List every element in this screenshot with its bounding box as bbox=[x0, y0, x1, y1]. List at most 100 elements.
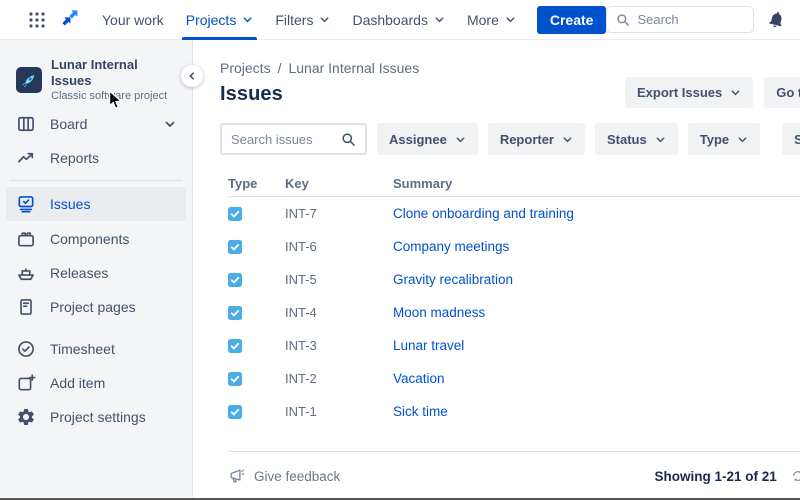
nav-label: More bbox=[467, 12, 499, 28]
pages-icon bbox=[16, 297, 36, 317]
global-search-input[interactable] bbox=[637, 12, 744, 27]
board-icon bbox=[16, 114, 36, 134]
sidebar-item-project-settings[interactable]: Project settings bbox=[6, 401, 186, 433]
nav-dashboards[interactable]: Dashboards bbox=[341, 0, 456, 40]
filter-label: Assignee bbox=[389, 132, 447, 147]
search-icon bbox=[341, 132, 356, 147]
project-sidebar: Lunar Internal Issues Classic software p… bbox=[0, 40, 193, 497]
chevron-down-icon bbox=[737, 134, 748, 145]
filter-status[interactable]: Status bbox=[595, 123, 678, 155]
filter-label: Status bbox=[607, 132, 647, 147]
switch-view-label: Switch to detail view bbox=[794, 132, 800, 147]
app-switcher-icon[interactable] bbox=[28, 11, 46, 29]
sidebar-item-label: Issues bbox=[50, 196, 90, 212]
advanced-search-label: Go to advanced search bbox=[776, 85, 800, 100]
issue-summary-link[interactable]: Clone onboarding and training bbox=[393, 206, 574, 221]
filter-bar: Assignee Reporter Status Type Switch to … bbox=[220, 123, 800, 155]
chevron-down-icon bbox=[164, 118, 176, 130]
issue-key: INT-5 bbox=[285, 272, 393, 287]
switch-to-detail-view-button[interactable]: Switch to detail view bbox=[782, 123, 800, 155]
global-search[interactable] bbox=[606, 6, 754, 33]
rocket-icon bbox=[20, 71, 38, 89]
issue-summary-link[interactable]: Lunar travel bbox=[393, 338, 464, 353]
timesheet-icon bbox=[16, 339, 36, 359]
sidebar-item-label: Timesheet bbox=[50, 341, 115, 357]
refresh-icon[interactable] bbox=[791, 469, 800, 483]
issue-summary-link[interactable]: Gravity recalibration bbox=[393, 272, 513, 287]
project-type: Classic software project bbox=[51, 89, 176, 103]
sidebar-item-label: Board bbox=[50, 116, 87, 132]
chevron-down-icon bbox=[242, 14, 253, 25]
column-header-summary: Summary bbox=[393, 176, 800, 191]
issue-key: INT-1 bbox=[285, 404, 393, 419]
task-type-icon bbox=[228, 405, 242, 419]
filter-label: Type bbox=[700, 132, 729, 147]
sidebar-item-label: Releases bbox=[50, 265, 108, 281]
top-navigation-bar: Your work Projects Filters Dashboards Mo… bbox=[0, 0, 800, 40]
issue-key: INT-4 bbox=[285, 305, 393, 320]
filter-label: Reporter bbox=[500, 132, 554, 147]
issue-summary-link[interactable]: Vacation bbox=[393, 371, 445, 386]
components-icon bbox=[16, 229, 36, 249]
chevron-down-icon bbox=[562, 134, 573, 145]
filter-assignee[interactable]: Assignee bbox=[377, 123, 478, 155]
chevron-down-icon bbox=[434, 14, 445, 25]
table-row: INT-5 Gravity recalibration bbox=[228, 263, 800, 296]
sidebar-item-add-item[interactable]: Add item bbox=[6, 367, 186, 399]
issue-summary-link[interactable]: Moon madness bbox=[393, 305, 485, 320]
nav-filters[interactable]: Filters bbox=[264, 0, 341, 40]
sidebar-item-label: Add item bbox=[50, 375, 105, 391]
issue-summary-link[interactable]: Sick time bbox=[393, 404, 448, 419]
filter-type[interactable]: Type bbox=[688, 123, 760, 155]
task-type-icon bbox=[228, 240, 242, 254]
issue-search-input[interactable] bbox=[231, 132, 335, 147]
sidebar-item-label: Reports bbox=[50, 150, 99, 166]
export-issues-label: Export Issues bbox=[637, 85, 722, 100]
sidebar-item-releases[interactable]: Releases bbox=[6, 257, 186, 289]
chevron-down-icon bbox=[319, 14, 330, 25]
issue-summary-link[interactable]: Company meetings bbox=[393, 239, 509, 254]
table-header: Type Key Summary bbox=[228, 171, 800, 197]
main-content: Projects / Lunar Internal Issues Issues … bbox=[193, 40, 800, 497]
issue-search[interactable] bbox=[220, 123, 367, 155]
table-footer: Give feedback Showing 1-21 of 21 bbox=[228, 452, 800, 500]
project-avatar bbox=[16, 67, 42, 93]
jira-logo[interactable] bbox=[60, 9, 81, 30]
sidebar-item-label: Components bbox=[50, 231, 129, 247]
sidebar-item-issues[interactable]: Issues bbox=[6, 187, 186, 221]
sidebar-item-board[interactable]: Board bbox=[6, 108, 186, 140]
sidebar-item-label: Project settings bbox=[50, 409, 146, 425]
breadcrumb-projects[interactable]: Projects bbox=[220, 60, 271, 76]
go-to-advanced-search-button[interactable]: Go to advanced search bbox=[764, 77, 800, 108]
sidebar-collapse-button[interactable] bbox=[181, 65, 203, 87]
nav-label: Your work bbox=[102, 12, 164, 28]
sidebar-item-reports[interactable]: Reports bbox=[6, 142, 186, 174]
table-row: INT-1 Sick time bbox=[228, 395, 800, 428]
notifications-bell-icon[interactable] bbox=[767, 10, 786, 29]
nav-projects[interactable]: Projects bbox=[175, 0, 265, 40]
project-header: Lunar Internal Issues Classic software p… bbox=[0, 60, 192, 100]
nav-your-work[interactable]: Your work bbox=[91, 0, 175, 40]
export-issues-button[interactable]: Export Issues bbox=[625, 77, 753, 108]
search-icon bbox=[616, 13, 630, 27]
give-feedback-label: Give feedback bbox=[254, 469, 340, 484]
sidebar-item-timesheet[interactable]: Timesheet bbox=[6, 333, 186, 365]
filter-reporter[interactable]: Reporter bbox=[488, 123, 585, 155]
breadcrumb-project-name[interactable]: Lunar Internal Issues bbox=[288, 60, 419, 76]
nav-label: Projects bbox=[186, 12, 237, 28]
table-row: INT-3 Lunar travel bbox=[228, 329, 800, 362]
table-row: INT-7 Clone onboarding and training bbox=[228, 197, 800, 230]
sidebar-divider bbox=[10, 180, 182, 181]
chevron-down-icon bbox=[505, 14, 516, 25]
breadcrumb: Projects / Lunar Internal Issues bbox=[220, 60, 800, 76]
task-type-icon bbox=[228, 339, 242, 353]
issues-icon bbox=[16, 194, 36, 214]
sidebar-item-components[interactable]: Components bbox=[6, 223, 186, 255]
issue-key: INT-2 bbox=[285, 371, 393, 386]
nav-label: Dashboards bbox=[352, 12, 428, 28]
nav-more[interactable]: More bbox=[456, 0, 527, 40]
sidebar-item-project-pages[interactable]: Project pages bbox=[6, 291, 186, 323]
give-feedback-link[interactable]: Give feedback bbox=[228, 468, 654, 485]
create-button[interactable]: Create bbox=[537, 6, 607, 34]
chevron-down-icon bbox=[730, 87, 741, 98]
